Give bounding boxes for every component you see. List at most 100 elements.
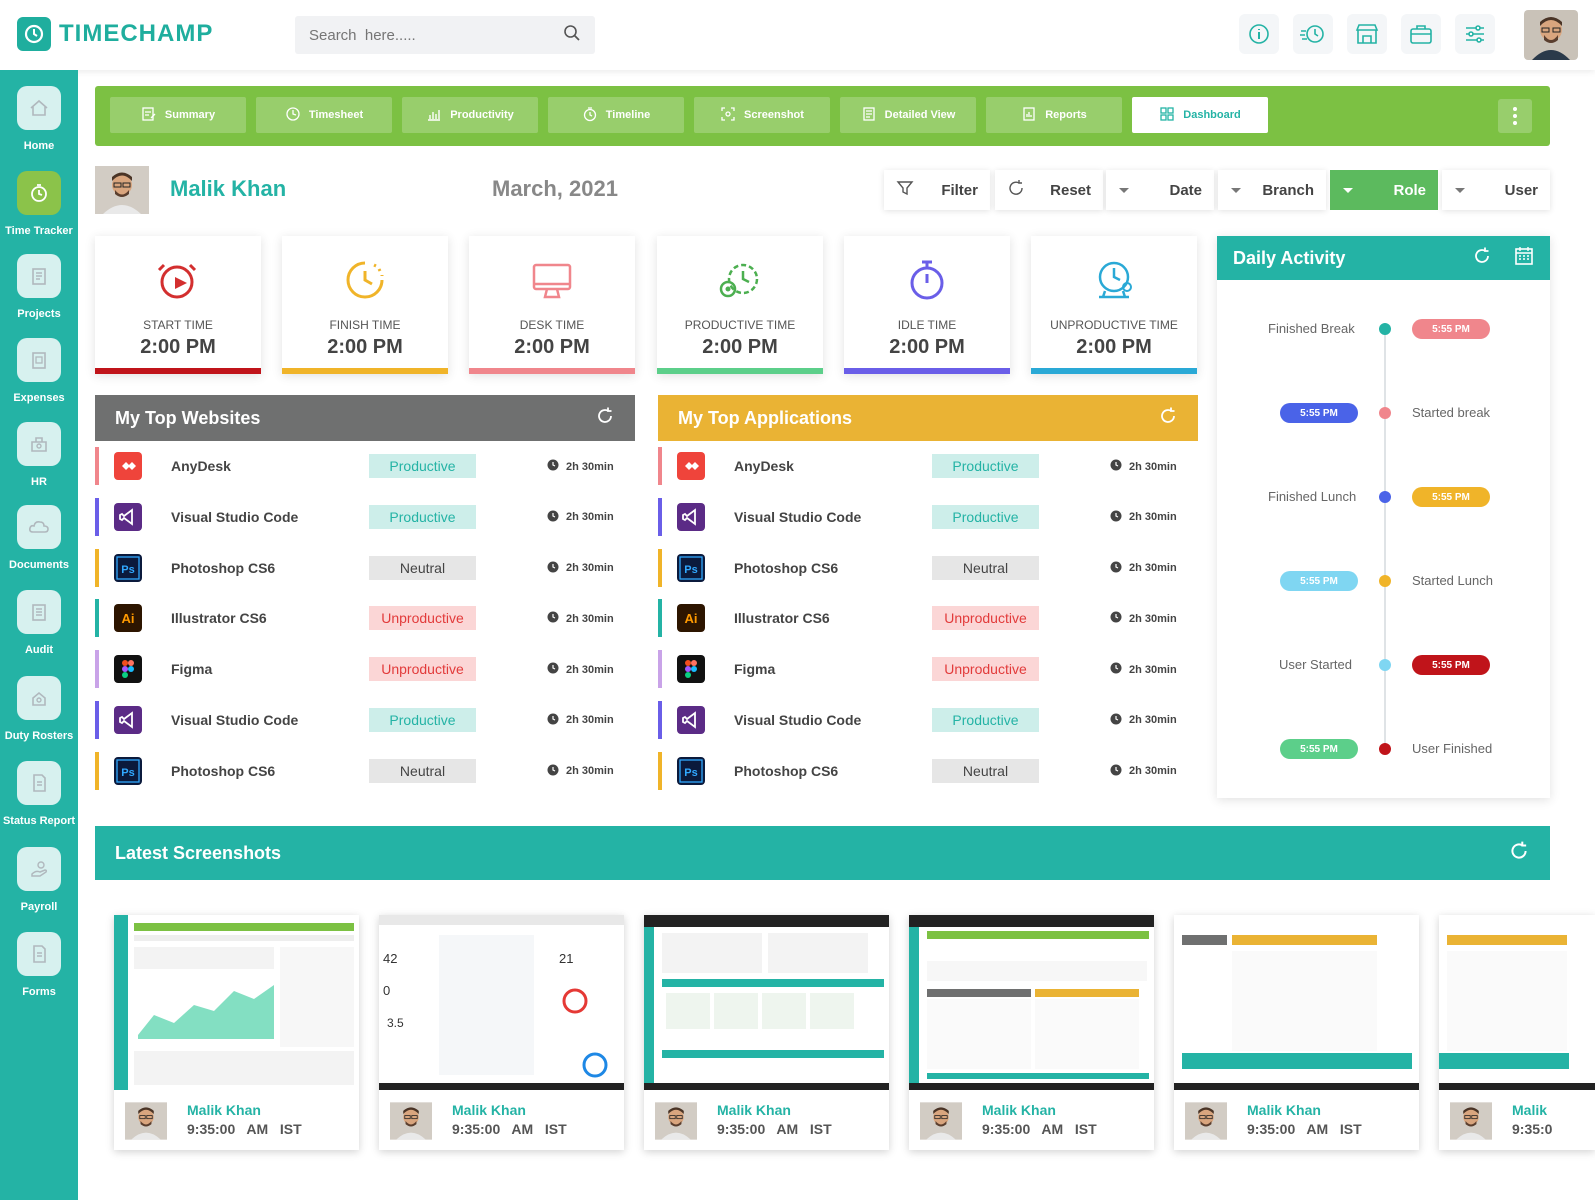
search-input[interactable] xyxy=(309,26,549,44)
sidebar-item-documents[interactable]: Documents xyxy=(0,505,78,571)
app-name: Visual Studio Code xyxy=(734,508,862,525)
screenshot-thumbnail[interactable] xyxy=(1174,915,1419,1090)
daily-activity-title: Daily Activity xyxy=(1233,247,1346,268)
sliders-icon[interactable] xyxy=(1455,14,1495,54)
duration: 2h 30min xyxy=(1110,764,1177,779)
sidebar-item-audit[interactable]: Audit xyxy=(0,590,78,656)
sidebar-item-duty-rosters[interactable]: Duty Rosters xyxy=(0,676,78,742)
table-row[interactable]: AnyDesk Productive 2h 30min xyxy=(95,441,635,492)
refresh-icon[interactable] xyxy=(1158,406,1178,431)
sidebar-item-home[interactable]: Home xyxy=(0,86,78,152)
tab-detailed-view[interactable]: Detailed View xyxy=(840,97,976,133)
reset-button[interactable]: Reset xyxy=(995,170,1103,210)
sidebar-item-label: Home xyxy=(23,140,55,152)
search-box xyxy=(295,16,595,54)
clock-icon xyxy=(1110,611,1122,626)
stat-label: UNPRODUCTIVE TIME xyxy=(1050,318,1178,332)
store-icon[interactable] xyxy=(1347,14,1387,54)
refresh-icon[interactable] xyxy=(1472,246,1492,271)
table-row[interactable]: Visual Studio Code Productive 2h 30min xyxy=(658,492,1198,543)
calendar-icon[interactable] xyxy=(1514,246,1534,271)
screenshot-card[interactable]: Malik Khan 9:35:00 AM IST xyxy=(909,915,1154,1150)
duration-value: 2h 30min xyxy=(566,765,614,778)
table-row[interactable]: Figma Unproductive 2h 30min xyxy=(658,644,1198,695)
status-badge: Productive xyxy=(932,504,1039,529)
timeline-dot xyxy=(1379,575,1391,587)
duration-value: 2h 30min xyxy=(1129,663,1177,676)
more-menu-icon[interactable] xyxy=(1498,99,1532,133)
table-row[interactable]: Ps Photoshop CS6 Neutral 2h 30min xyxy=(95,543,635,594)
row-accent-bar xyxy=(95,700,99,739)
screenshot-thumbnail[interactable] xyxy=(909,915,1154,1090)
refresh-icon[interactable] xyxy=(595,406,615,431)
sidebar-item-projects[interactable]: Projects xyxy=(0,254,78,320)
tab-screenshot[interactable]: Screenshot xyxy=(694,97,830,133)
tab-reports[interactable]: Reports xyxy=(986,97,1122,133)
app-name: Photoshop CS6 xyxy=(734,559,839,576)
event-time-badge: 5:55 PM xyxy=(1412,487,1490,507)
duration-value: 2h 30min xyxy=(1129,511,1177,524)
sidebar-item-payroll[interactable]: Payroll xyxy=(0,847,78,913)
table-row[interactable]: Ps Photoshop CS6 Neutral 2h 30min xyxy=(95,746,635,797)
screenshot-time: 9:35:00 AM IST xyxy=(982,1121,1097,1137)
duration-value: 2h 30min xyxy=(566,460,614,473)
status-badge: Productive xyxy=(932,707,1039,732)
screenshot-card[interactable]: Malik Khan 9:35:00 AM IST xyxy=(114,915,359,1150)
stat-value: 2:00 PM xyxy=(140,336,216,358)
table-row[interactable]: Ai Illustrator CS6 Unproductive 2h 30min xyxy=(95,593,635,644)
screenshot-card[interactable]: Malik Khan 9:35:00 AM IST xyxy=(644,915,889,1150)
table-row[interactable]: Ps Photoshop CS6 Neutral 2h 30min xyxy=(658,543,1198,594)
info-icon[interactable] xyxy=(1239,14,1279,54)
date-label: Date xyxy=(1169,181,1202,199)
app-logo[interactable]: TIMECHAMP xyxy=(17,17,213,51)
chevron-down-icon xyxy=(1342,182,1354,199)
table-row[interactable]: Visual Studio Code Productive 2h 30min xyxy=(658,695,1198,746)
sidebar-item-label: Documents xyxy=(9,559,69,571)
screenshot-thumbnail[interactable] xyxy=(114,915,359,1090)
svg-text:0: 0 xyxy=(383,983,390,998)
tab-productivity[interactable]: Productivity xyxy=(402,97,538,133)
screenshot-thumbnail[interactable]: 42 0 3.5 21 xyxy=(379,915,624,1090)
tab-summary[interactable]: Summary xyxy=(110,97,246,133)
sidebar-item-label: Projects xyxy=(17,308,61,320)
daily-activity-header: Daily Activity xyxy=(1217,236,1550,280)
sidebar-item-forms[interactable]: Forms xyxy=(0,932,78,998)
screenshot-thumbnail[interactable] xyxy=(1439,915,1595,1090)
refresh-icon[interactable] xyxy=(1508,840,1530,867)
report-nav-bar: Summary Timesheet Productivity Timeline … xyxy=(95,86,1550,146)
role-dropdown[interactable]: Role xyxy=(1330,170,1438,210)
screenshot-card[interactable]: Malik 9:35:0 xyxy=(1439,915,1595,1150)
speed-timer-icon[interactable] xyxy=(1293,14,1333,54)
duration: 2h 30min xyxy=(547,459,614,474)
filter-button[interactable]: Filter xyxy=(884,170,990,210)
table-row[interactable]: Ps Photoshop CS6 Neutral 2h 30min xyxy=(658,746,1198,797)
table-row[interactable]: Ai Illustrator CS6 Unproductive 2h 30min xyxy=(658,593,1198,644)
table-row[interactable]: Figma Unproductive 2h 30min xyxy=(95,644,635,695)
screenshot-card[interactable]: Malik Khan 9:35:00 AM IST xyxy=(1174,915,1419,1150)
search-icon[interactable] xyxy=(563,24,581,47)
user-avatar[interactable] xyxy=(1524,10,1578,60)
status-badge: Neutral xyxy=(932,758,1039,783)
sidebar-item-status-report[interactable]: Status Report xyxy=(0,761,78,827)
daily-activity-panel: Daily Activity Finished Break 5:55 PM 5:… xyxy=(1217,236,1550,798)
sidebar-item-hr[interactable]: HR xyxy=(0,422,78,488)
table-row[interactable]: Visual Studio Code Productive 2h 30min xyxy=(95,695,635,746)
clock-icon xyxy=(547,764,559,779)
table-row[interactable]: Visual Studio Code Productive 2h 30min xyxy=(95,492,635,543)
row-accent-bar xyxy=(95,751,99,790)
tab-timeline[interactable]: Timeline xyxy=(548,97,684,133)
screenshot-thumbnail[interactable] xyxy=(644,915,889,1090)
user-dropdown[interactable]: User xyxy=(1442,170,1550,210)
row-accent-bar xyxy=(658,700,662,739)
table-row[interactable]: AnyDesk Productive 2h 30min xyxy=(658,441,1198,492)
tab-label: Timeline xyxy=(605,109,651,121)
date-dropdown[interactable]: Date xyxy=(1106,170,1214,210)
sidebar-item-time-tracker[interactable]: Time Tracker xyxy=(0,171,78,237)
branch-dropdown[interactable]: Branch xyxy=(1218,170,1326,210)
photoshop-icon: Ps xyxy=(677,553,705,582)
tab-timesheet[interactable]: Timesheet xyxy=(256,97,392,133)
briefcase-icon[interactable] xyxy=(1401,14,1441,54)
sidebar-item-expenses[interactable]: Expenses xyxy=(0,338,78,404)
screenshot-card[interactable]: 42 0 3.5 21 Malik Khan 9:35:00 AM IST xyxy=(379,915,624,1150)
tab-dashboard[interactable]: Dashboard xyxy=(1132,97,1268,133)
